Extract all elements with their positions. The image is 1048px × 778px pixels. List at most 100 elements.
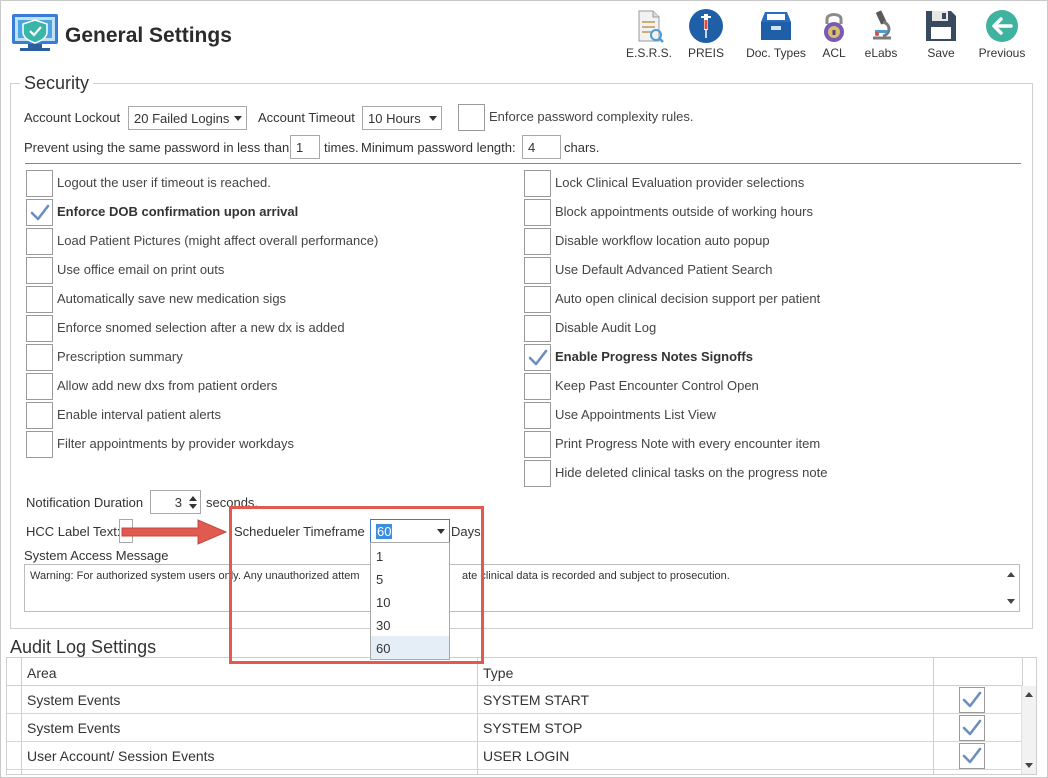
notification-duration-spinner[interactable]: 3 — [150, 490, 201, 514]
option-checkbox[interactable] — [524, 344, 551, 371]
option-checkbox[interactable] — [524, 315, 551, 342]
option-checkbox[interactable] — [26, 286, 53, 313]
option-label: Print Progress Note with every encounter… — [555, 436, 821, 451]
audit-log-title: Audit Log Settings — [10, 637, 157, 657]
option-checkbox[interactable] — [524, 257, 551, 284]
doc-types-label: Doc. Types — [746, 46, 806, 60]
option-label: Enable Progress Notes Signoffs — [555, 349, 753, 364]
enforce-complexity-checkbox[interactable] — [458, 104, 485, 131]
preis-button[interactable]: PREIS — [673, 6, 739, 66]
row-checkbox[interactable] — [959, 687, 985, 713]
option-label: Disable Audit Log — [555, 320, 657, 335]
option-label: Use office email on print outs — [57, 262, 225, 277]
option-checkbox[interactable] — [26, 402, 53, 429]
scroll-down-icon[interactable] — [1025, 763, 1033, 768]
page-title: General Settings — [65, 24, 232, 47]
dropdown-option[interactable]: 5 — [371, 567, 449, 590]
option-label: Keep Past Encounter Control Open — [555, 378, 759, 393]
option-label: Allow add new dxs from patient orders — [57, 378, 278, 393]
table-row[interactable]: System Events SYSTEM STOP — [7, 714, 1022, 742]
option-checkbox[interactable] — [524, 286, 551, 313]
row-checkbox[interactable] — [959, 743, 985, 769]
security-group: Security Account Lockout 20 Failed Login… — [10, 73, 1033, 629]
option-label: Hide deleted clinical tasks on the progr… — [555, 465, 828, 480]
preis-label: PREIS — [687, 46, 724, 60]
option-label: Enable interval patient alerts — [57, 407, 222, 422]
option-label: Use Appointments List View — [555, 407, 716, 422]
option-checkbox[interactable] — [26, 373, 53, 400]
reuse-prefix-label: Prevent using the same password in less … — [24, 140, 290, 155]
spin-up-icon[interactable] — [189, 496, 197, 501]
option-label: Lock Clinical Evaluation provider select… — [555, 175, 805, 190]
back-arrow-icon — [986, 10, 1018, 42]
dropdown-option[interactable]: 60 — [371, 636, 449, 659]
option-label: Use Default Advanced Patient Search — [555, 262, 773, 277]
spin-down-icon[interactable] — [189, 504, 197, 509]
account-timeout-label: Account Timeout — [258, 110, 355, 125]
option-checkbox[interactable] — [524, 402, 551, 429]
save-button[interactable]: Save — [908, 6, 974, 66]
password-reuse-input[interactable]: 1 — [290, 135, 320, 159]
system-access-textarea[interactable]: Warning: For authorized system users onl… — [24, 564, 1020, 612]
option-label: Automatically save new medication sigs — [57, 291, 287, 306]
option-checkbox[interactable] — [26, 199, 53, 226]
option-checkbox[interactable] — [524, 228, 551, 255]
option-checkbox[interactable] — [26, 431, 53, 458]
option-checkbox[interactable] — [26, 257, 53, 284]
file-drawer-icon — [761, 12, 791, 40]
option-label: Auto open clinical decision support per … — [555, 291, 821, 306]
document-search-icon — [638, 10, 664, 43]
elabs-button[interactable]: eLabs — [848, 6, 914, 66]
hcc-label-input[interactable] — [119, 519, 133, 543]
type-cell: SYSTEM START — [483, 692, 590, 708]
save-label: Save — [927, 46, 955, 60]
option-label: Enforce DOB confirmation upon arrival — [57, 204, 299, 219]
option-checkbox[interactable] — [524, 199, 551, 226]
option-checkbox[interactable] — [524, 170, 551, 197]
scroll-down-icon[interactable] — [1007, 599, 1015, 604]
option-checkbox[interactable] — [524, 460, 551, 487]
previous-label: Previous — [978, 46, 1026, 60]
dropdown-option[interactable]: 10 — [371, 590, 449, 613]
option-checkbox[interactable] — [26, 170, 53, 197]
security-legend: Security — [20, 73, 94, 94]
account-timeout-select[interactable]: 10 Hours — [362, 106, 442, 130]
area-cell: System Events — [27, 720, 121, 736]
doc-types-button[interactable]: Doc. Types — [743, 6, 809, 66]
scheduler-timeframe-label: Schedueler Timeframe — [234, 524, 365, 539]
hcc-label: HCC Label Text: — [26, 524, 121, 539]
option-checkbox[interactable] — [524, 373, 551, 400]
chevron-down-icon — [437, 529, 445, 534]
scroll-up-icon[interactable] — [1025, 692, 1033, 697]
system-access-label: System Access Message — [24, 548, 169, 563]
previous-button[interactable]: Previous — [969, 6, 1035, 66]
option-checkbox[interactable] — [26, 344, 53, 371]
chevron-down-icon — [234, 116, 242, 121]
enforce-complexity-label: Enforce password complexity rules. — [489, 109, 694, 124]
account-lockout-value: 20 Failed Logins — [134, 111, 230, 126]
option-checkbox[interactable] — [524, 431, 551, 458]
column-header-type[interactable]: Type — [483, 665, 513, 681]
scheduler-timeframe-select[interactable]: 60 — [370, 519, 450, 543]
lock-icon — [824, 13, 844, 42]
account-lockout-select[interactable]: 20 Failed Logins — [128, 106, 247, 130]
option-checkbox[interactable] — [26, 228, 53, 255]
type-cell: USER LOGIN — [483, 748, 570, 764]
dropdown-option[interactable]: 30 — [371, 613, 449, 636]
app-logo-icon — [12, 14, 58, 51]
option-label: Disable workflow location auto popup — [555, 233, 770, 248]
column-header-area[interactable]: Area — [27, 665, 57, 681]
area-cell: System Events — [27, 692, 121, 708]
grid-scrollbar[interactable] — [1021, 686, 1036, 774]
divider — [25, 163, 1021, 164]
audit-log-grid: Area Type System Events SYSTEM START Syste… — [6, 657, 1037, 775]
chevron-down-icon — [429, 116, 437, 121]
table-row[interactable]: System Events SYSTEM START — [7, 686, 1022, 714]
system-access-message-right: ate clinical data is recorded and subjec… — [462, 570, 730, 582]
dropdown-option[interactable]: 1 — [371, 544, 449, 567]
option-checkbox[interactable] — [26, 315, 53, 342]
table-row[interactable]: User Account/ Session Events USER LOGIN — [7, 742, 1022, 770]
row-checkbox[interactable] — [959, 715, 985, 741]
scroll-up-icon[interactable] — [1007, 572, 1015, 577]
min-length-input[interactable]: 4 — [522, 135, 561, 159]
